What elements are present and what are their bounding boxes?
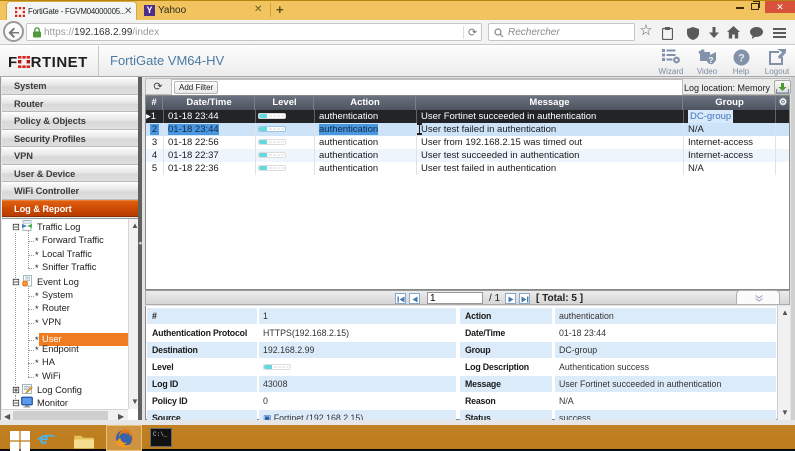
svg-text:?: ?	[708, 56, 713, 65]
svg-text:?: ?	[738, 53, 745, 65]
svg-text:e: e	[40, 431, 49, 448]
